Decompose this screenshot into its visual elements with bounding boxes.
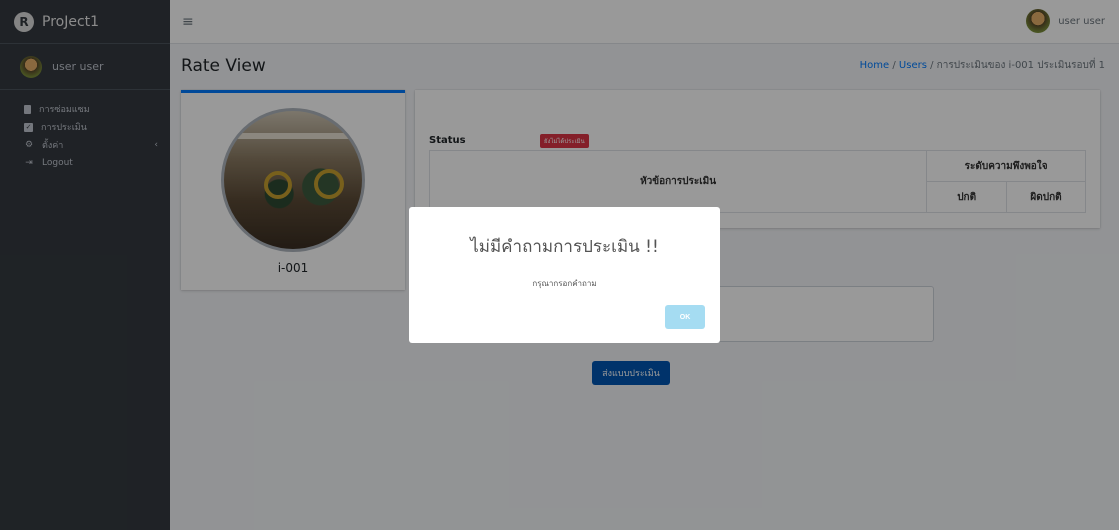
modal-text: กรุณากรอกคำถาม <box>532 279 597 288</box>
modal-title: ไม่มีคำถามการประเมิน !! <box>470 237 659 257</box>
ok-button[interactable]: OK <box>665 305 705 329</box>
alert-modal: ไม่มีคำถามการประเมิน !! กรุณากรอกคำถาม O… <box>409 207 720 343</box>
